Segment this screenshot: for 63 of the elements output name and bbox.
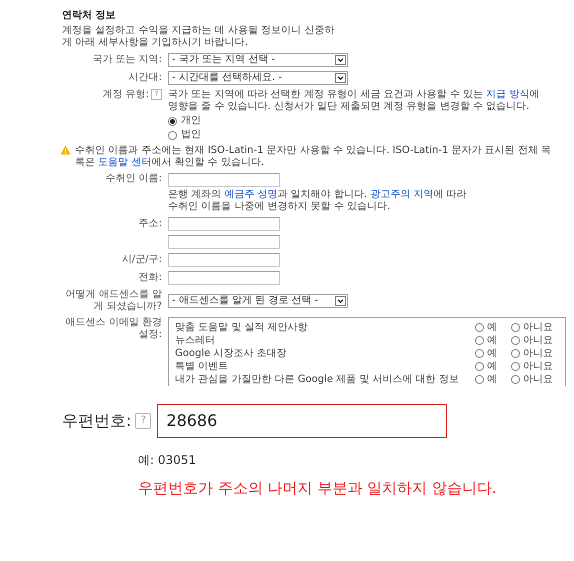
radio-button[interactable] (511, 323, 520, 332)
radio-label: 개인 (181, 115, 201, 127)
section-description: 계정을 설정하고 수익을 지급하는 데 사용될 정보이니 신중하게 아래 세부사항을 기입하시기 바랍니다. (62, 25, 336, 49)
link[interactable]: 도움말 센터 (98, 157, 152, 168)
radio-button[interactable] (511, 362, 520, 371)
link[interactable]: 광고주의 지역 (370, 189, 434, 200)
phone-field[interactable] (168, 271, 280, 285)
radio-button[interactable] (168, 116, 177, 126)
radio-button[interactable] (475, 349, 484, 358)
radio-label: 예 (487, 322, 497, 334)
payee-note: 은행 계좌의 예금주 성명과 일치해야 합니다. 광고주의 지역에 따라 수취인 이름을 나중에 변경하지 못할 수 있습니다. (168, 189, 468, 213)
field-label: 시간대: (128, 72, 162, 84)
radio-button[interactable] (168, 130, 177, 140)
radio-button[interactable] (475, 375, 484, 384)
timezone-select[interactable]: - 시간대를 선택하세요. - (168, 71, 348, 85)
preference-label: Google 시장조사 초대장 (175, 348, 288, 360)
example-hint: 예: 03051 (138, 452, 198, 469)
caret-icon (335, 73, 346, 83)
preference-label: 맞춤 도움말 및 실적 제안사항 (175, 322, 309, 334)
field-label: 시/군/구: (120, 254, 162, 266)
error-message: 우편번호가 주소의 나머지 부분과 일치하지 않습니다. (138, 479, 498, 498)
referral-select[interactable]: - 애드센스를 알게 된 경로 선택 - (168, 294, 348, 308)
preference-label: 뉴스레터 (175, 334, 216, 346)
field-label: 수취인 이름: (104, 173, 162, 185)
link[interactable]: 예금주 성명 (224, 189, 278, 200)
warning-icon (60, 145, 71, 155)
field-label: 애드센스 이메일 환경설정: (64, 317, 162, 341)
warning-message: 수취인 이름과 주소에는 현재 ISO-Latin-1 문자만 사용할 수 있습니다. ISO-Latin-1 문자가 표시된 전체 목록은 도움말 센터에서 확인할 수 있습니다. (75, 145, 552, 169)
field-label: 전화: (138, 272, 162, 284)
field-label: 국가 또는 지역: (91, 54, 162, 66)
radio-label: 예 (487, 374, 497, 386)
radio-label: 아니요 (523, 334, 553, 346)
radio-button[interactable] (511, 375, 520, 384)
radio-label: 아니요 (523, 360, 553, 372)
radio-label: 예 (487, 348, 497, 360)
postal-code-field[interactable]: 28686 (157, 404, 448, 438)
preference-label: 특별 이벤트 (175, 360, 230, 372)
field-label: 어떻게 애드센스를 알게 되셨습니까? (64, 289, 162, 313)
radio-button[interactable] (475, 336, 484, 345)
field-label: 계정 유형: (102, 89, 149, 100)
radio-button[interactable] (511, 336, 520, 345)
section-title: 연락처 정보 (62, 10, 116, 22)
link[interactable]: 지급 방식 (486, 89, 530, 100)
radio-label: 아니요 (523, 374, 553, 386)
account-type-note: 국가 또는 지역에 따라 선택한 계정 유형이 세금 요건과 사용할 수 있는 지급 방식에 영향을 줄 수 있습니다. 신청서가 일단 제출되면 계정 유형을 변경할 수 없습니다. (168, 89, 540, 113)
preference-label: 내가 관심을 가질만한 다른 Google 제품 및 서비스에 대한 정보 (175, 374, 460, 386)
radio-label: 법인 (181, 129, 201, 141)
field-label: 주소: (138, 218, 162, 230)
address-field[interactable] (168, 235, 280, 249)
caret-icon (335, 55, 346, 65)
address-field[interactable] (168, 217, 280, 231)
field-label: 우편번호: (62, 410, 132, 432)
radio-label: 예 (487, 360, 497, 372)
caret-icon (335, 296, 346, 306)
radio-label: 아니요 (523, 322, 553, 334)
radio-button[interactable] (511, 349, 520, 358)
payee-name-field[interactable] (168, 173, 280, 187)
radio-label: 아니요 (523, 348, 553, 360)
radio-button[interactable] (475, 323, 484, 332)
city-field[interactable] (168, 253, 280, 267)
radio-label: 예 (487, 334, 497, 346)
radio-button[interactable] (475, 362, 484, 371)
country-select[interactable]: - 국가 또는 지역 선택 - (168, 53, 348, 67)
